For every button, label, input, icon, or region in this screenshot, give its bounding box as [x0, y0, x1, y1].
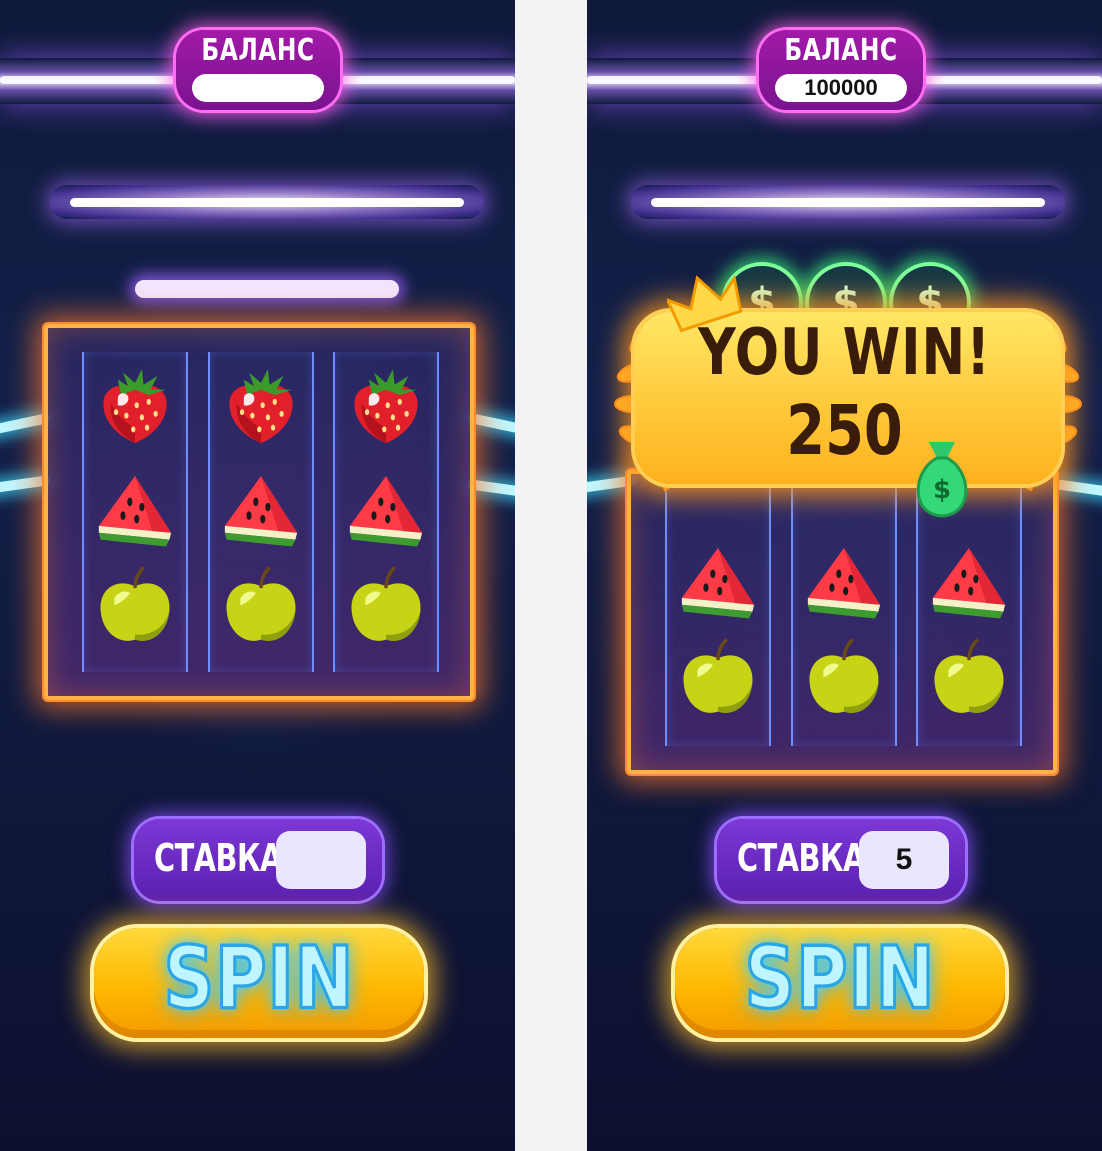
watermelon-icon — [218, 464, 304, 550]
game-screen-right: БАЛАНС 100000 $ $ $ YOU WIN! 250 $ СТАВК… — [587, 0, 1102, 1151]
spin-button[interactable]: SPIN — [675, 928, 1005, 1038]
stake-input[interactable]: 5 — [859, 831, 949, 889]
reel-1[interactable] — [665, 474, 771, 746]
reel-2[interactable] — [791, 474, 897, 746]
apple-icon — [675, 636, 761, 722]
reel-frame — [627, 470, 1057, 774]
stake-label: СТАВКА — [154, 835, 282, 881]
reel-3[interactable] — [333, 352, 439, 672]
neon-beam — [0, 475, 51, 495]
stake-panel: СТАВКА 5 — [717, 819, 965, 901]
watermelon-icon — [926, 536, 1012, 622]
money-bag-icon: $ — [916, 442, 968, 518]
strawberry-icon — [218, 364, 304, 450]
apple-icon — [92, 564, 178, 650]
balance-label: БАЛАНС — [201, 33, 315, 69]
win-amount: 250 — [786, 390, 903, 471]
strawberry-icon — [343, 364, 429, 450]
reel-frame — [44, 324, 474, 700]
spin-label: SPIN — [743, 928, 936, 1030]
neon-beam — [467, 412, 515, 438]
apple-icon — [801, 636, 887, 722]
balance-value: 100000 — [775, 74, 907, 102]
apple-icon — [926, 636, 1012, 722]
stake-panel: СТАВКА — [134, 819, 382, 901]
neon-bar — [631, 185, 1065, 219]
stake-input[interactable] — [276, 831, 366, 889]
reel-1[interactable] — [82, 352, 188, 672]
strawberry-icon — [92, 364, 178, 450]
svg-text:$: $ — [933, 475, 951, 505]
watermelon-icon — [92, 464, 178, 550]
apple-icon — [218, 564, 304, 650]
spin-label: SPIN — [162, 928, 355, 1030]
watermelon-icon — [801, 536, 887, 622]
stake-label: СТАВКА — [737, 835, 865, 881]
neon-beam — [0, 412, 51, 438]
neon-bar — [50, 185, 484, 219]
balance-label: БАЛАНС — [784, 33, 898, 69]
win-title: YOU WIN! — [697, 314, 991, 390]
balance-panel: БАЛАНС 100000 — [759, 30, 923, 110]
balance-value — [192, 74, 324, 102]
watermelon-icon — [675, 536, 761, 622]
game-screen-left: БАЛАНС СТАВКА SPIN — [0, 0, 515, 1151]
reel-2[interactable] — [208, 352, 314, 672]
balance-panel: БАЛАНС — [176, 30, 340, 110]
neon-bar-small — [135, 280, 399, 298]
spin-button[interactable]: SPIN — [94, 928, 424, 1038]
apple-icon — [343, 564, 429, 650]
watermelon-icon — [343, 464, 429, 550]
neon-beam — [467, 479, 515, 499]
